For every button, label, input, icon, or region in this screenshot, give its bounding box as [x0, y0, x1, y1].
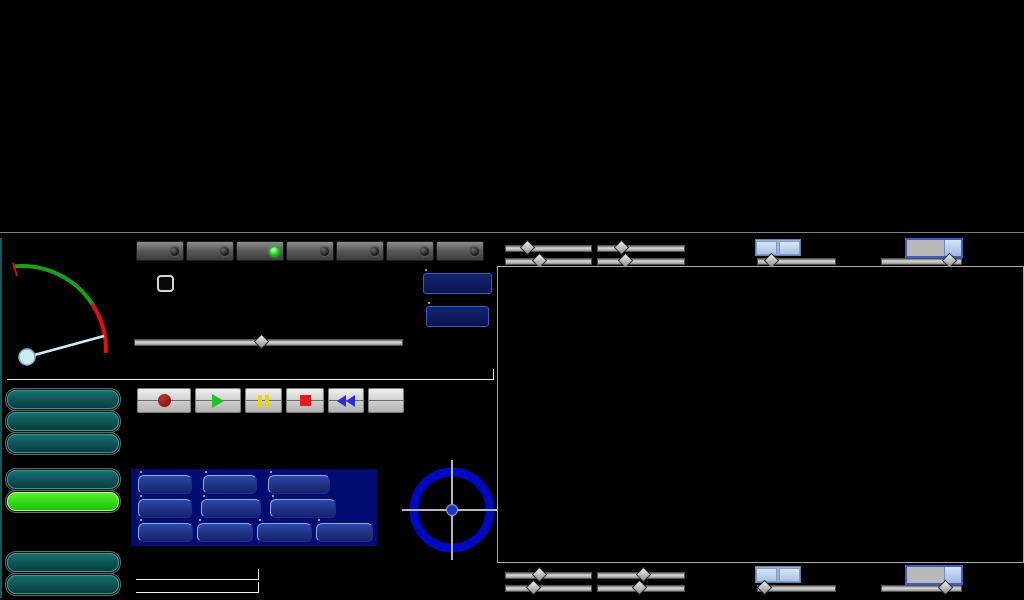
stop-icon	[300, 395, 311, 406]
zoom-slider[interactable]	[757, 258, 836, 265]
nb-button[interactable]	[203, 475, 257, 494]
slider-thumb[interactable]	[520, 240, 536, 256]
dsp-panel	[131, 469, 377, 546]
pan-control[interactable]	[755, 239, 801, 256]
pause-icon	[258, 395, 262, 407]
cpu-hdsdr-bar	[136, 569, 259, 580]
cw-peak-button[interactable]	[257, 523, 312, 542]
squelch-knob[interactable]	[19, 349, 35, 365]
waterfall-contrast-slider-2[interactable]	[597, 572, 685, 579]
pan-left-button[interactable]	[756, 568, 777, 582]
led-icon	[420, 247, 429, 256]
cpu-total-bar	[136, 582, 259, 593]
options-button[interactable]	[7, 434, 119, 453]
minimize-button[interactable]	[7, 553, 119, 572]
mode-button-row	[136, 241, 484, 261]
slider-thumb[interactable]	[632, 580, 648, 596]
led-icon	[170, 247, 179, 256]
mode-button-fm[interactable]	[236, 241, 284, 261]
led-icon	[370, 247, 379, 256]
mode-button-am[interactable]	[136, 241, 184, 261]
avg-dropdown[interactable]	[905, 238, 963, 258]
waterfall-brightness-slider-2[interactable]	[505, 572, 592, 579]
spectrum-range-slider[interactable]	[505, 258, 592, 265]
main-spectrum-canvas	[0, 196, 1024, 232]
audio-waterfall[interactable]	[498, 267, 1023, 371]
fullscreen-button[interactable]	[7, 492, 119, 511]
spectrum-offset-slider-2[interactable]	[597, 585, 685, 592]
cw-fullbw-button[interactable]	[316, 523, 373, 542]
mode-button-cw[interactable]	[386, 241, 434, 261]
samplerate-button[interactable]	[7, 412, 119, 431]
led-icon	[470, 247, 479, 256]
zoom-slider-2[interactable]	[757, 585, 836, 592]
agc-button[interactable]	[201, 499, 261, 518]
play-button[interactable]	[195, 388, 241, 413]
slider-thumb[interactable]	[614, 240, 630, 256]
speed-slider[interactable]	[881, 258, 962, 265]
speed-slider-2[interactable]	[881, 585, 962, 592]
smeter-red-arc	[92, 304, 106, 353]
volume-slider-thumb[interactable]	[254, 334, 270, 350]
smeter-signal-needle	[13, 262, 17, 276]
led-icon	[270, 247, 279, 256]
avg-dropdown-value	[907, 240, 944, 256]
dropdown-arrow-icon[interactable]	[944, 240, 961, 256]
pan-right-button[interactable]	[779, 241, 800, 255]
frequency-ruler[interactable]	[0, 176, 1024, 196]
rewind-icon	[337, 395, 355, 407]
squelch-needle[interactable]	[27, 336, 104, 357]
mute-button[interactable]	[138, 499, 192, 518]
playback-progress[interactable]	[7, 369, 494, 380]
mode-button-usb[interactable]	[336, 241, 384, 261]
waterfall-contrast-slider[interactable]	[597, 245, 685, 252]
exit-button[interactable]	[7, 575, 119, 594]
spectrum-offset-slider[interactable]	[597, 258, 685, 265]
stop-button[interactable]	[286, 388, 324, 413]
main-spectrum[interactable]	[0, 196, 1024, 233]
led-icon	[220, 247, 229, 256]
pause-button[interactable]	[245, 388, 282, 413]
record-icon	[158, 394, 171, 407]
avg-dropdown-value	[907, 567, 944, 583]
avg-dropdown-2[interactable]	[905, 565, 963, 585]
loop-button[interactable]	[368, 388, 404, 413]
mode-button-lsb[interactable]	[286, 241, 334, 261]
hdsdr-window	[0, 0, 1024, 600]
smeter-green-arc	[13, 266, 92, 304]
audio-spectrum[interactable]	[498, 390, 1023, 562]
audio-frequency-scale[interactable]	[498, 371, 1023, 390]
freq-mgr-button[interactable]	[423, 273, 492, 294]
nr-button[interactable]	[138, 475, 192, 494]
mode-button-drm[interactable]	[436, 241, 484, 261]
phase-indicator	[402, 456, 506, 560]
rewind-button[interactable]	[328, 388, 364, 413]
record-button[interactable]	[137, 388, 191, 413]
play-icon	[212, 394, 224, 408]
soundcard-button[interactable]	[7, 390, 119, 409]
led-icon	[320, 247, 329, 256]
cw-afc-button[interactable]	[197, 523, 252, 542]
audio-display-group	[497, 266, 1024, 563]
extio-button[interactable]	[426, 306, 489, 327]
volume-slider[interactable]	[134, 339, 403, 346]
phase-center-dot	[447, 505, 458, 516]
notch-button[interactable]	[268, 475, 330, 494]
transport-bar	[137, 388, 404, 413]
pan-left-button[interactable]	[756, 241, 777, 255]
frequency-ruler-ticks	[0, 176, 1024, 196]
despread-button[interactable]	[270, 499, 336, 518]
spectrum-range-slider-2[interactable]	[505, 585, 592, 592]
main-waterfall[interactable]	[0, 0, 1024, 176]
lo-lock-button[interactable]	[157, 275, 174, 292]
pan-right-button[interactable]	[779, 568, 800, 582]
waterfall-brightness-slider[interactable]	[505, 245, 592, 252]
s-meter[interactable]	[2, 240, 130, 368]
info-update-button[interactable]	[7, 470, 119, 489]
cw-zap-button[interactable]	[138, 523, 193, 542]
mode-button-ecss[interactable]	[186, 241, 234, 261]
